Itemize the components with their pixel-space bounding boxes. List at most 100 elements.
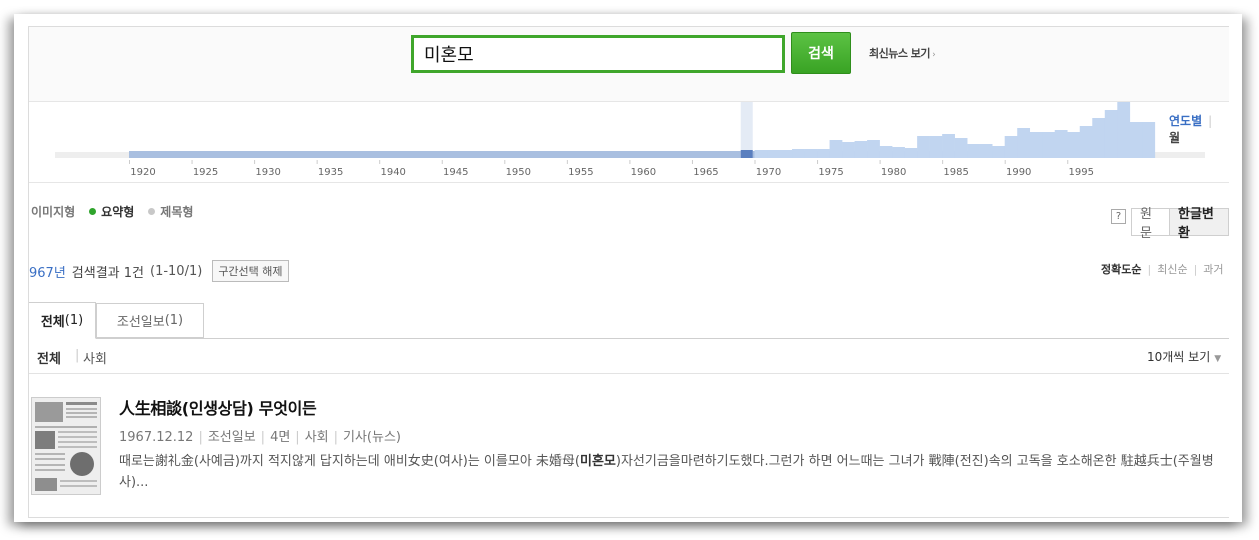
divider: |: [1208, 114, 1213, 128]
year-bar[interactable]: [867, 140, 880, 158]
selected-dot-icon: [89, 208, 97, 215]
view-type-image[interactable]: 이미지형: [31, 203, 75, 220]
clear-range-button[interactable]: 구간선택 해제: [212, 260, 289, 282]
tab-all[interactable]: 전체 (1): [29, 302, 96, 339]
latest-news-link[interactable]: 최신뉴스 보기 ›: [869, 45, 936, 61]
year-bar[interactable]: [904, 148, 918, 158]
selected-year: 967년: [29, 265, 66, 281]
year-bar[interactable]: [804, 149, 818, 158]
year-bar[interactable]: [1129, 122, 1143, 158]
sort-accuracy[interactable]: 정확도순: [1101, 261, 1141, 277]
result-title-link[interactable]: 人生相談(인생상담) 무엇이든: [119, 395, 317, 419]
chevron-right-icon: ›: [932, 50, 936, 60]
newspaper-tabs: 전체 (1) 조선일보 (1): [29, 302, 1229, 339]
year-bar[interactable]: [779, 150, 793, 158]
help-icon[interactable]: ?: [1111, 209, 1126, 224]
results-summary: 967년 검색결과 1건 (1-10/1) 구간선택 해제: [29, 260, 289, 282]
year-bar[interactable]: [942, 134, 955, 158]
view-by-month-link[interactable]: 월: [1169, 131, 1180, 145]
year-bar[interactable]: [929, 136, 943, 158]
year-bar[interactable]: [1117, 102, 1131, 158]
year-bar[interactable]: [979, 144, 993, 158]
tick-label: 1950: [506, 167, 531, 178]
view-type-options: 이미지형 요약형 제목형: [31, 203, 193, 220]
result-snippet: 때로는謝礼金(사예금)까지 적지않게 답지하는데 애비女史(여사)는 이를모아 …: [119, 451, 1225, 493]
result-page: 4면: [270, 430, 291, 445]
year-bar[interactable]: [917, 136, 930, 158]
year-bar[interactable]: [879, 146, 893, 158]
result-paper: 조선일보: [207, 430, 256, 445]
sort-latest[interactable]: 최신순: [1157, 261, 1187, 277]
year-bar[interactable]: [1104, 110, 1118, 158]
tick-label: 1960: [631, 167, 656, 178]
tick-label: 1980: [881, 167, 906, 178]
selected-year-column[interactable]: [740, 102, 753, 158]
year-bar[interactable]: [1092, 118, 1106, 158]
year-bar[interactable]: [754, 150, 768, 158]
language-toggle: 원문 한글변환: [1131, 207, 1229, 241]
tab-chosun[interactable]: 조선일보 (1): [96, 303, 204, 338]
caret-down-icon: ▼: [1214, 354, 1222, 364]
year-bar[interactable]: [1004, 136, 1018, 158]
year-bar[interactable]: [829, 140, 843, 158]
year-bar[interactable]: [1142, 122, 1156, 158]
year-bar[interactable]: [1029, 132, 1043, 158]
tick-label: 1965: [693, 167, 718, 178]
view-type-title[interactable]: 제목형: [148, 203, 193, 220]
year-bar[interactable]: [854, 141, 868, 158]
snippet-highlight: 미혼모: [579, 454, 616, 469]
year-bar[interactable]: [1079, 126, 1093, 158]
search-input[interactable]: [414, 38, 782, 70]
divider: |: [1193, 262, 1198, 276]
search-button[interactable]: 검색: [791, 32, 851, 74]
year-bar[interactable]: [1054, 130, 1068, 158]
latest-news-label: 최신뉴스 보기: [869, 47, 931, 60]
tick-label: 1985: [943, 167, 968, 178]
tick-label: 1995: [1069, 167, 1094, 178]
year-bar[interactable]: [967, 144, 980, 158]
view-type-summary[interactable]: 요약형: [89, 203, 134, 220]
hangul-convert-button[interactable]: 한글변환: [1170, 207, 1229, 241]
year-bar[interactable]: [817, 149, 830, 158]
sort-past[interactable]: 과거: [1203, 261, 1223, 277]
original-text-button[interactable]: 원문: [1131, 207, 1170, 241]
year-bar[interactable]: [1017, 128, 1031, 158]
timeline-view-toggle: 연도별 | 월: [1169, 112, 1229, 146]
result-date: 1967.12.12: [119, 430, 194, 445]
year-bar[interactable]: [792, 149, 805, 158]
year-bar[interactable]: [892, 147, 905, 158]
divider: |: [333, 430, 338, 445]
tab-all-label: 전체: [40, 315, 65, 330]
result-range: (1-10/1): [150, 263, 203, 279]
year-bar[interactable]: [1067, 132, 1081, 158]
tab-chosun-label: 조선일보: [116, 315, 165, 330]
selected-year-bar[interactable]: [740, 150, 753, 158]
year-bar[interactable]: [842, 142, 855, 158]
year-bar[interactable]: [992, 146, 1005, 158]
page-frame: 검색 최신뉴스 보기› 1920 1925 1930 1935 1940 1945 1950…: [14, 14, 1242, 522]
tick-label: 1970: [756, 167, 781, 178]
year-timeline[interactable]: 1920 1925 1930 1935 1940 1945 1950 1955 1960 1965…: [29, 101, 1229, 183]
view-type-image-label: 이미지형: [31, 205, 76, 219]
view-by-year-link[interactable]: 연도별: [1169, 114, 1202, 128]
divider: |: [75, 348, 80, 363]
per-page-label: 10개씩 보기: [1147, 350, 1211, 364]
per-page-dropdown[interactable]: 10개씩 보기 ▼: [1147, 348, 1221, 365]
category-society[interactable]: 사회: [83, 348, 107, 367]
search-box[interactable]: [411, 35, 785, 73]
category-all[interactable]: 전체: [37, 348, 61, 367]
divider: |: [260, 430, 266, 445]
snippet-text-before: 때로는謝礼金(사예금)까지 적지않게 답지하는데 애비女史(여사)는 이를모아 …: [119, 454, 580, 469]
year-bar[interactable]: [767, 150, 780, 158]
tick-label: 1990: [1006, 167, 1031, 178]
result-thumbnail[interactable]: [31, 397, 101, 495]
timeline-chart[interactable]: 1920 1925 1930 1935 1940 1945 1950 1955 1960 1965…: [29, 102, 1229, 182]
year-bar[interactable]: [954, 138, 968, 158]
sort-options: 정확도순 | 최신순 | 과거: [1101, 261, 1224, 277]
tick-label: 1925: [193, 167, 218, 178]
view-type-summary-label: 요약형: [101, 205, 135, 219]
year-bar[interactable]: [1042, 132, 1056, 158]
category-bar: 전체 | 사회 10개씩 보기 ▼: [29, 339, 1229, 374]
unselected-dot-icon: [148, 208, 156, 215]
result-type: 기사(뉴스): [343, 430, 401, 445]
